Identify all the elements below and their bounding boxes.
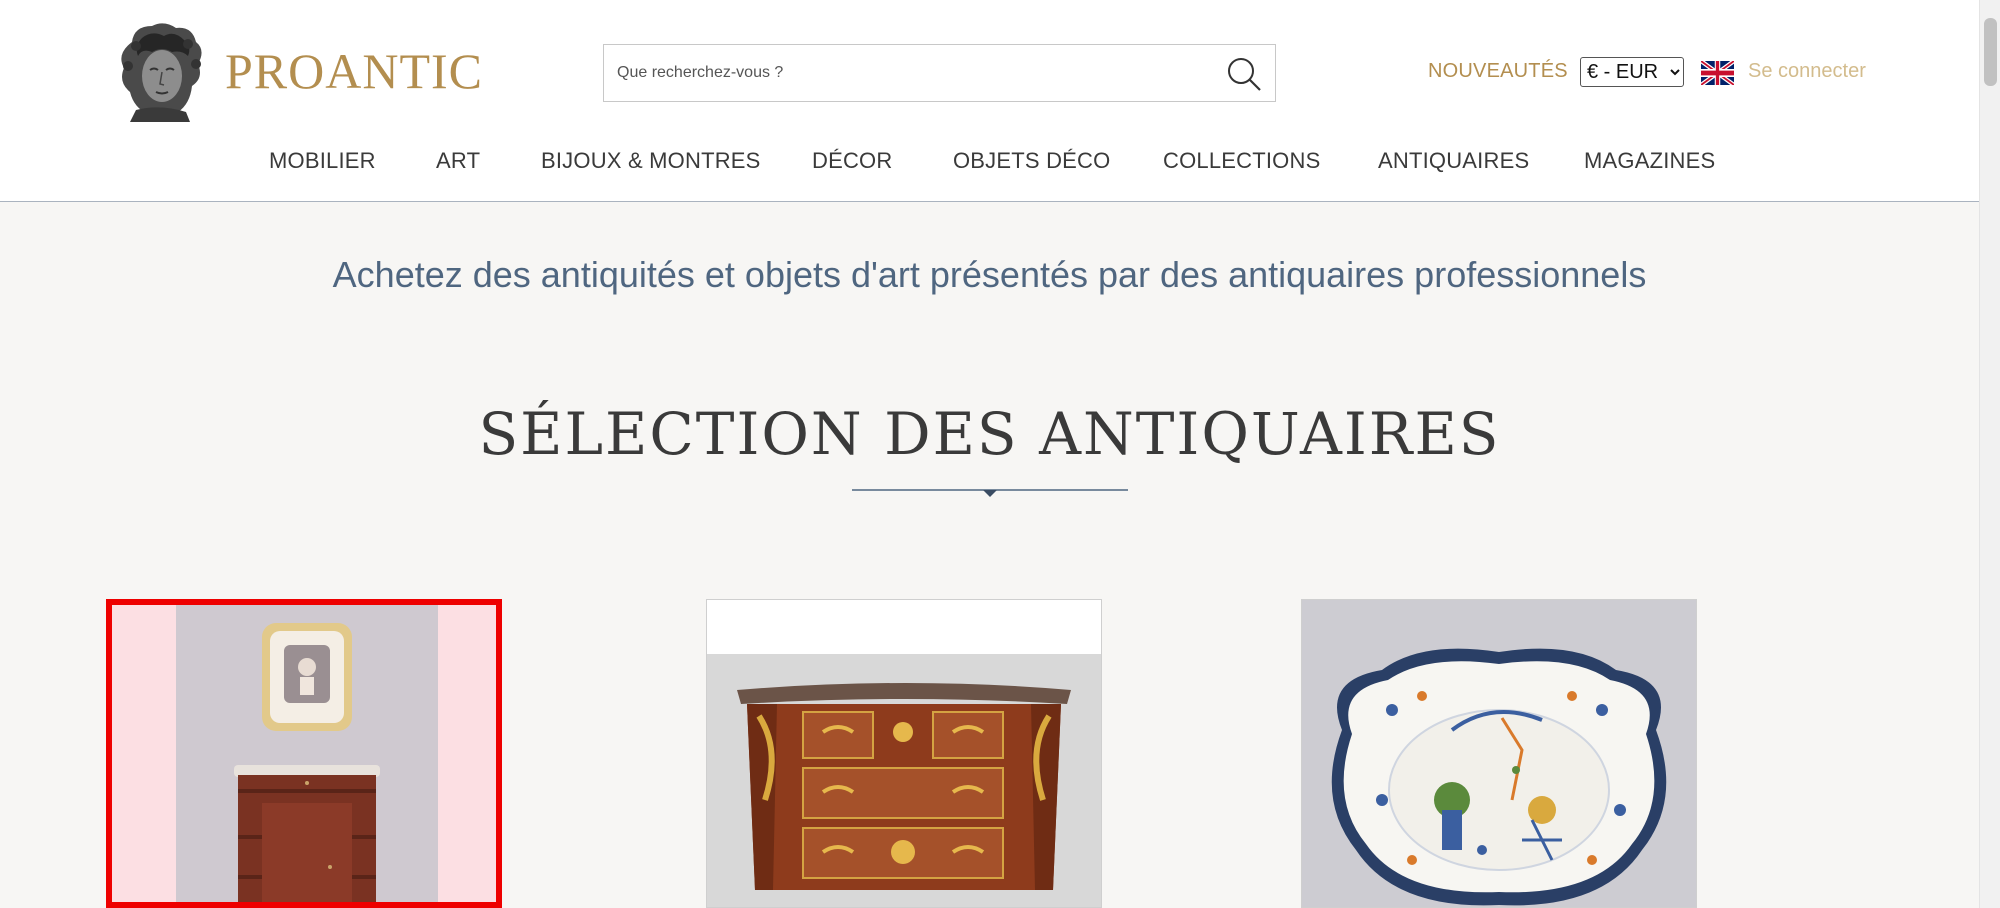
nav-item-antiquaires[interactable]: ANTIQUAIRES — [1378, 148, 1529, 174]
nouveautes-link[interactable]: NOUVEAUTÉS — [1428, 60, 1568, 83]
faience-platter-image — [1302, 600, 1696, 907]
bust-logo-icon — [121, 23, 202, 122]
louis-xv-commode-image — [707, 600, 1101, 907]
product-card-2[interactable] — [706, 599, 1102, 908]
login-link[interactable]: Se connecter — [1748, 60, 1866, 83]
search-input[interactable] — [604, 45, 1204, 101]
scrollbar-thumb[interactable] — [1984, 18, 1997, 86]
nav-item-bijoux-montres[interactable]: BIJOUX & MONTRES — [541, 148, 761, 174]
logo-link[interactable]: PROANTIC — [112, 20, 483, 122]
uk-flag-icon[interactable] — [1701, 61, 1734, 85]
main-nav: MOBILIER ART BIJOUX & MONTRES DÉCOR OBJE… — [0, 148, 1979, 178]
nav-item-magazines[interactable]: MAGAZINES — [1584, 148, 1715, 174]
search-bar — [603, 44, 1276, 102]
search-icon[interactable] — [1225, 55, 1263, 93]
nav-item-collections[interactable]: COLLECTIONS — [1163, 148, 1320, 174]
nav-item-mobilier[interactable]: MOBILIER — [269, 148, 376, 174]
page-scrollbar[interactable] — [1979, 0, 2000, 908]
cabinet-with-mirror-image — [176, 605, 438, 902]
product-card-3[interactable] — [1301, 599, 1697, 908]
site-header: PROANTIC NOUVEAUTÉS € - EUR Se connecter… — [0, 0, 1979, 202]
nav-item-objets-deco[interactable]: OBJETS DÉCO — [953, 148, 1110, 174]
page-tagline: Achetez des antiquités et objets d'art p… — [332, 254, 1647, 295]
title-divider — [852, 489, 1128, 497]
nav-item-art[interactable]: ART — [436, 148, 480, 174]
currency-select[interactable]: € - EUR — [1580, 57, 1684, 87]
logo-text: PROANTIC — [225, 43, 484, 99]
product-card-1[interactable] — [106, 599, 502, 908]
section-title: SÉLECTION DES ANTIQUAIRES — [478, 400, 1501, 468]
nav-item-decor[interactable]: DÉCOR — [812, 148, 892, 174]
